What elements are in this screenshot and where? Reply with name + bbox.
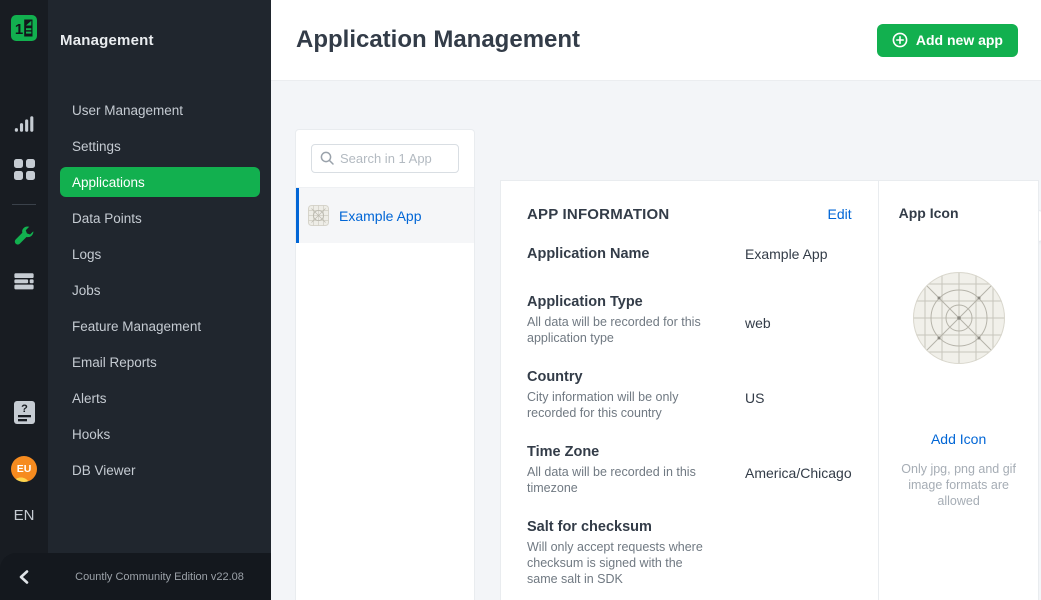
add-new-app-label: Add new app (916, 32, 1003, 48)
info-row-time-zone: Time Zone All data will be recorded in t… (527, 443, 852, 496)
sidebar-item-db-viewer[interactable]: DB Viewer (60, 455, 260, 485)
wrench-icon[interactable] (12, 225, 36, 249)
field-label: Salt for checksum (527, 518, 715, 536)
sidebar-item-jobs[interactable]: Jobs (60, 275, 260, 305)
add-icon-link[interactable]: Add Icon (899, 431, 1019, 447)
sidebar-item-applications[interactable]: Applications (60, 167, 260, 197)
app-icon-panel: App Icon (878, 181, 1039, 600)
app-list-item-label: Example App (339, 208, 422, 224)
search-icon (319, 150, 335, 171)
page-header: Application Management Add new app (271, 0, 1041, 81)
app-information-section: APP INFORMATION Edit Application Name Ex… (501, 181, 878, 600)
plus-circle-icon (892, 32, 908, 48)
info-row-salt-for-checksum: Salt for checksum Will only accept reque… (527, 518, 852, 587)
sidebar-footer: Countly Community Edition v22.08 (0, 553, 271, 600)
app-detail-card: APP INFORMATION Edit Application Name Ex… (500, 180, 1039, 600)
main-area: Application Management Add new app (271, 0, 1041, 600)
edit-link[interactable]: Edit (827, 206, 851, 222)
sidebar-item-alerts[interactable]: Alerts (60, 383, 260, 413)
svg-text:1: 1 (15, 21, 23, 38)
sidebar-item-user-management[interactable]: User Management (60, 95, 260, 125)
sidebar-title: Management (60, 32, 154, 49)
app-placeholder-icon (308, 205, 329, 226)
grid-icon[interactable] (12, 157, 36, 181)
language-selector[interactable]: EN (0, 507, 48, 524)
field-value: US (745, 368, 852, 421)
app-search-wrap (296, 130, 474, 188)
field-description: Will only accept requests where checksum… (527, 539, 715, 587)
info-row-country: Country City information will be only re… (527, 368, 852, 421)
app-list-item-example-app[interactable]: Example App (296, 188, 474, 243)
collapse-sidebar-button[interactable] (0, 569, 48, 585)
chevron-left-icon (17, 569, 31, 585)
content-area: Example App Example App Unlocked ••• APP… (271, 81, 1041, 600)
field-description: All data will be recorded for this appli… (527, 314, 715, 346)
field-label: Application Name (527, 245, 715, 263)
sidebar-menu: User Management Settings Applications Da… (48, 95, 271, 491)
page-title: Application Management (296, 26, 580, 54)
sidebar-item-settings[interactable]: Settings (60, 131, 260, 161)
sidebar-item-hooks[interactable]: Hooks (60, 419, 260, 449)
version-label: Countly Community Edition v22.08 (48, 571, 271, 583)
info-row-application-name: Application Name Example App (527, 245, 852, 263)
field-value: Example App (745, 245, 852, 263)
field-description: City information will be only recorded f… (527, 389, 715, 421)
user-avatar[interactable]: EU (11, 456, 37, 482)
app-icon-placeholder (912, 271, 1006, 365)
sidebar-item-data-points[interactable]: Data Points (60, 203, 260, 233)
section-title: APP INFORMATION (527, 206, 669, 223)
management-sidebar: Management User Management Settings Appl… (48, 0, 271, 600)
field-label: Time Zone (527, 443, 715, 461)
field-label: Country (527, 368, 715, 386)
rail-divider (12, 204, 36, 205)
countly-logo[interactable]: 1 (11, 15, 37, 41)
field-value (745, 518, 852, 587)
field-value: America/Chicago (745, 443, 852, 496)
info-row-application-type: Application Type All data will be record… (527, 293, 852, 346)
add-new-app-button[interactable]: Add new app (877, 24, 1018, 57)
field-value: web (745, 293, 852, 346)
field-description: All data will be recorded in this timezo… (527, 464, 715, 496)
icon-format-hint: Only jpg, png and gif image formats are … (899, 461, 1019, 509)
sidebar-item-logs[interactable]: Logs (60, 239, 260, 269)
app-list-panel: Example App (295, 129, 475, 600)
help-doc-icon[interactable]: ? (12, 400, 36, 424)
app-icon-title: App Icon (899, 205, 1019, 221)
bar-chart-icon[interactable] (12, 112, 36, 136)
sidebar-item-feature-management[interactable]: Feature Management (60, 311, 260, 341)
server-icon[interactable] (12, 269, 36, 293)
sidebar-item-email-reports[interactable]: Email Reports (60, 347, 260, 377)
field-label: Application Type (527, 293, 715, 311)
svg-text:?: ? (21, 403, 28, 415)
icon-rail: 1 (0, 0, 48, 600)
